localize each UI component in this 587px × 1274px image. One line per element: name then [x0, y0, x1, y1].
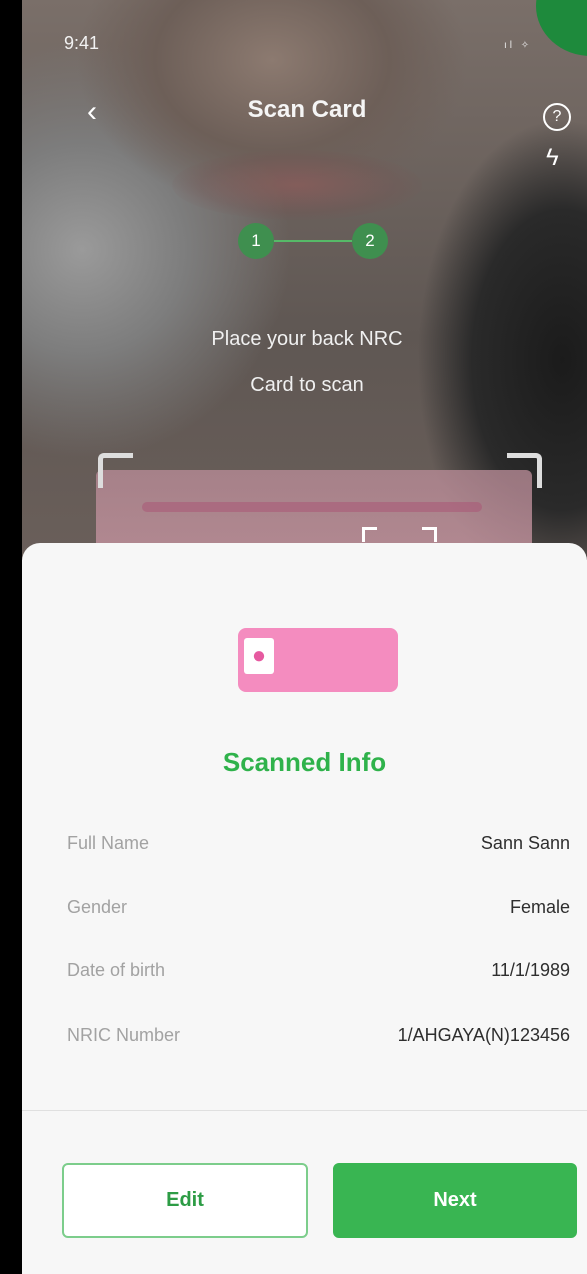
- phone-screen: 9:41 ıl ✧ ‹ Scan Card ? ϟ 1 2 Place your…: [22, 0, 587, 1274]
- step-connector: [274, 240, 352, 242]
- scan-frame-corner-top-left: [98, 453, 133, 488]
- camera-face-region: [172, 150, 422, 220]
- gender-value: Female: [509, 897, 570, 917]
- dob-value: 11/1/1989: [491, 960, 570, 980]
- scanned-info-sheet: ● Scanned Info Full Name Sann Sann Gende…: [22, 543, 587, 1274]
- nric-value: 1/AHGAYA(N)123456: [397, 1025, 570, 1045]
- dob-row: Date of birth 11/1/1989: [67, 960, 570, 990]
- person-icon: ●: [244, 638, 274, 674]
- scanned-info-title: Scanned Info: [222, 747, 387, 777]
- sheet-divider: [22, 1110, 587, 1111]
- scan-frame-corner-top-right: [507, 453, 542, 488]
- full-name-value: Sann Sann: [480, 833, 570, 853]
- card-preview-line: [142, 502, 482, 512]
- nric-label: NRIC Number: [67, 1025, 181, 1045]
- edit-button[interactable]: Edit: [62, 1163, 308, 1238]
- nric-row: NRIC Number 1/AHGAYA(N)123456: [67, 1025, 570, 1055]
- gender-row: Gender Female: [67, 897, 570, 927]
- scan-instruction: Place your back NRC Card to scan: [177, 316, 437, 408]
- page-title: Scan Card: [247, 96, 367, 123]
- step-indicator: 1 2: [238, 223, 398, 259]
- flash-off-icon[interactable]: ϟ: [546, 144, 559, 172]
- instruction-line-1: Place your back NRC: [211, 328, 403, 350]
- next-button[interactable]: Next: [333, 1163, 577, 1238]
- focus-corner-left: [362, 527, 377, 542]
- back-icon[interactable]: ‹: [74, 94, 110, 130]
- focus-corner-right: [422, 527, 437, 542]
- full-name-label: Full Name: [67, 833, 150, 853]
- gender-label: Gender: [67, 897, 128, 917]
- step-2: 2: [352, 223, 388, 259]
- step-1: 1: [238, 223, 274, 259]
- full-name-row: Full Name Sann Sann: [67, 833, 570, 863]
- help-icon[interactable]: ?: [543, 103, 571, 131]
- instruction-line-2: Card to scan: [250, 374, 364, 396]
- id-card-icon: ●: [238, 628, 398, 692]
- dob-label: Date of birth: [67, 960, 166, 980]
- status-bar: 9:41 ıl ✧: [22, 0, 587, 86]
- status-time: 9:41: [64, 33, 100, 53]
- signal-wifi-icons: ıl ✧: [504, 40, 533, 51]
